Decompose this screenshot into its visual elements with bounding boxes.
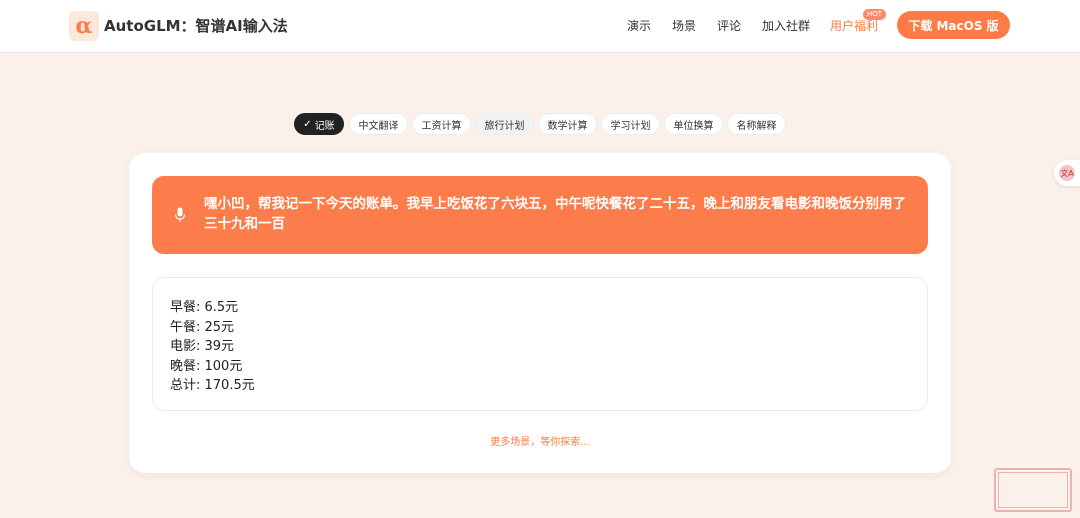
- tab-math-calc[interactable]: 数学计算: [538, 113, 597, 135]
- tab-unit-conversion[interactable]: 单位换算: [664, 113, 723, 135]
- tab-travel-plan[interactable]: 旅行计划: [475, 113, 534, 135]
- hot-badge: HOT: [863, 9, 887, 20]
- voice-transcript: 嘿小凹，帮我记一下今天的账单。我早上吃饭花了六块五，中午呢快餐花了二十五，晚上和…: [204, 196, 906, 232]
- tab-label: 名称解释: [736, 120, 777, 132]
- nav-demo[interactable]: 演示: [627, 17, 651, 34]
- voice-input-bubble: 嘿小凹，帮我记一下今天的账单。我早上吃饭花了六块五，中午呢快餐花了二十五，晚上和…: [152, 176, 928, 254]
- result-movie: 电影: 39元: [170, 339, 235, 354]
- top-nav-bar: α AutoGLM：智谱AI输入法 演示 场景 评论 加入社群 用户福利 HOT…: [0, 0, 1080, 53]
- translate-float-button[interactable]: 文A: [1054, 160, 1080, 186]
- alpha-logo-icon: α: [75, 13, 93, 39]
- demo-card: 嘿小凹，帮我记一下今天的账单。我早上吃饭花了六块五，中午呢快餐花了二十五，晚上和…: [129, 153, 951, 473]
- result-total: 总计: 170.5元: [170, 378, 255, 393]
- tab-label: 单位换算: [673, 120, 714, 132]
- result-breakfast: 早餐: 6.5元: [170, 300, 239, 315]
- more-scenes-link[interactable]: 更多场景，等你探索...: [129, 433, 951, 448]
- tab-label: 工资计算: [421, 120, 462, 132]
- tab-term-explanation[interactable]: 名称解释: [727, 113, 786, 135]
- tab-study-plan[interactable]: 学习计划: [601, 113, 660, 135]
- nav-join-community[interactable]: 加入社群: [762, 17, 810, 34]
- tab-label: 旅行计划: [484, 120, 525, 132]
- tab-label: 中文翻译: [358, 120, 399, 132]
- tab-chinese-translation[interactable]: 中文翻译: [349, 113, 408, 135]
- download-macos-button[interactable]: 下载 MacOS 版: [897, 11, 1010, 39]
- nav-scenes[interactable]: 场景: [672, 17, 696, 34]
- check-icon: ✓: [303, 118, 312, 130]
- microphone-icon: [174, 207, 186, 222]
- tab-label: 记账: [314, 120, 335, 132]
- seal-inner-frame: [998, 472, 1068, 508]
- watermark-seal: [994, 468, 1072, 512]
- brand-title[interactable]: AutoGLM：智谱AI输入法: [104, 15, 288, 36]
- result-lunch: 午餐: 25元: [170, 320, 235, 335]
- tab-label: 学习计划: [610, 120, 651, 132]
- tab-salary-calc[interactable]: 工资计算: [412, 113, 471, 135]
- result-dinner: 晚餐: 100元: [170, 359, 243, 374]
- tab-bookkeeping[interactable]: ✓ 记账: [294, 113, 344, 135]
- bookkeeping-result: 早餐: 6.5元 午餐: 25元 电影: 39元 晚餐: 100元 总计: 17…: [152, 277, 928, 411]
- translate-icon: 文A: [1059, 165, 1075, 181]
- tab-label: 数学计算: [547, 120, 588, 132]
- scenario-tabs: ✓ 记账 中文翻译 工资计算 旅行计划 数学计算 学习计划 单位换算 名称解释: [0, 113, 1080, 137]
- nav-reviews[interactable]: 评论: [717, 17, 741, 34]
- autoglm-logo[interactable]: α: [69, 11, 99, 41]
